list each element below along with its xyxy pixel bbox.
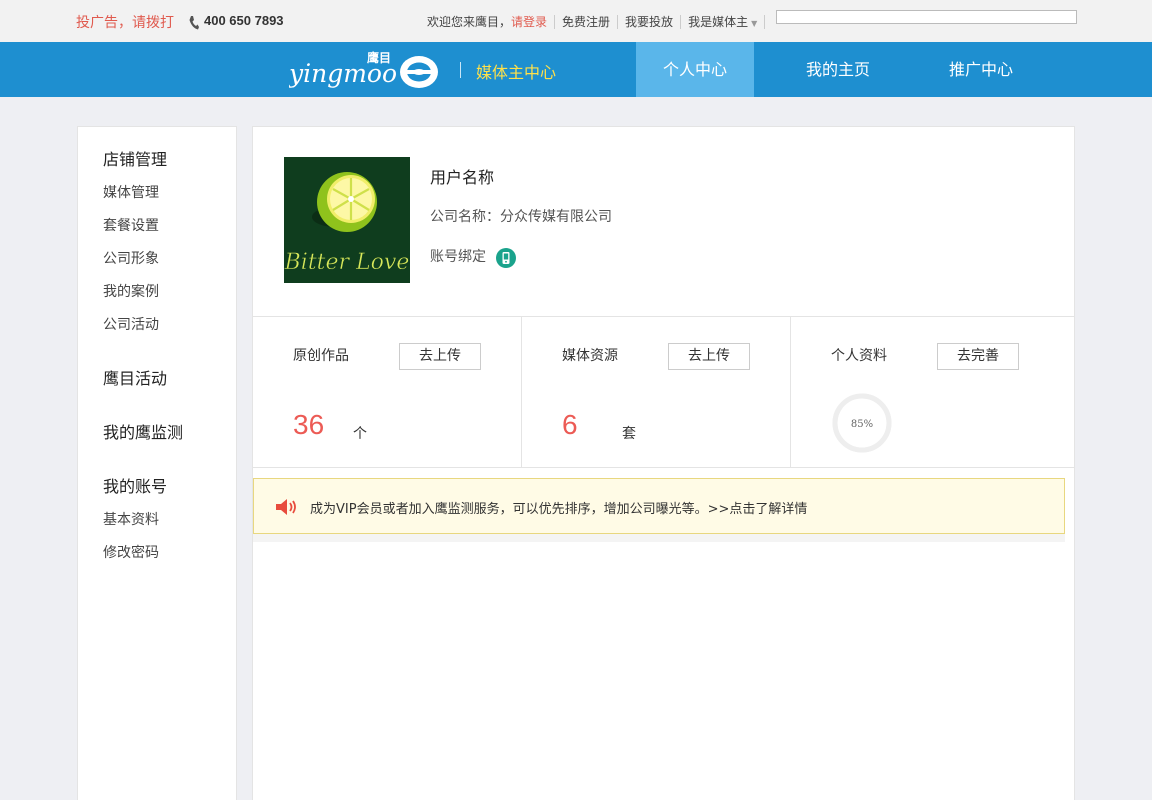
sidebar: 店铺管理 媒体管理 套餐设置 公司形象 我的案例 公司活动 鹰目活动 我的鹰监测… xyxy=(77,126,237,800)
profile-avatar[interactable]: Bitter Love xyxy=(284,157,410,283)
ad-hotline-label: 投广告，请拨打 xyxy=(76,15,174,31)
sidebar-section-store-management[interactable]: 店铺管理 xyxy=(103,146,167,170)
stat-value: 6 xyxy=(562,409,578,440)
caret-down-icon: ▼ xyxy=(751,19,758,28)
divider xyxy=(680,14,682,29)
vip-notice-link[interactable]: 成为VIP会员或者加入鹰监测服务，可以优先排序，增加公司曝光等。>>点击了解详情 xyxy=(310,498,807,517)
top-search-input[interactable] xyxy=(776,10,1077,24)
stat-media-resources: 媒体资源 去上传 6 套 xyxy=(522,317,791,468)
stat-unit: 套 xyxy=(622,426,636,442)
sidebar-item-package-settings[interactable]: 套餐设置 xyxy=(103,215,159,235)
sidebar-item-company-events[interactable]: 公司活动 xyxy=(103,314,159,334)
login-link[interactable]: 请登录 xyxy=(511,13,547,30)
nav-tab-personal-center[interactable]: 个人中心 xyxy=(636,42,754,97)
stat-personal-profile: 个人资料 去完善 85% xyxy=(791,317,1074,468)
speaker-icon xyxy=(276,499,296,515)
media-center-title: 媒体主中心 xyxy=(476,63,557,82)
sidebar-item-change-password[interactable]: 修改密码 xyxy=(103,542,159,562)
stat-original-works: 原创作品 去上传 36 个 xyxy=(253,317,522,468)
divider xyxy=(764,14,766,29)
complete-profile-button[interactable]: 去完善 xyxy=(937,343,1019,370)
sidebar-item-media-management[interactable]: 媒体管理 xyxy=(103,182,159,202)
profile-progress-text: 85% xyxy=(851,419,873,430)
divider xyxy=(460,62,461,78)
vip-notice-banner: 成为VIP会员或者加入鹰监测服务，可以优先排序，增加公司曝光等。>>点击了解详情 xyxy=(253,478,1065,534)
sidebar-section-yingmoo-events[interactable]: 鹰目活动 xyxy=(103,365,167,389)
yingmoo-logo[interactable]: yingmoo 鹰目 xyxy=(289,48,441,92)
stat-label: 媒体资源 xyxy=(562,348,618,364)
user-name: 用户名称 xyxy=(430,168,495,187)
register-link[interactable]: 免费注册 xyxy=(562,13,610,30)
logo-brand-text: Bitter Love xyxy=(284,250,409,275)
advertise-link[interactable]: 我要投放 xyxy=(625,13,673,30)
phone-icon xyxy=(189,16,199,30)
hotline-number: 400 650 7893 xyxy=(204,13,284,28)
welcome-text: 欢迎您来鹰目， xyxy=(427,15,512,29)
account-binding-label: 账号绑定 xyxy=(430,249,486,265)
sidebar-section-my-monitoring[interactable]: 我的鹰监测 xyxy=(103,419,183,443)
sidebar-item-my-cases[interactable]: 我的案例 xyxy=(103,281,159,301)
media-owner-label: 我是媒体主 xyxy=(688,15,749,29)
divider xyxy=(554,14,556,29)
upload-works-button[interactable]: 去上传 xyxy=(399,343,481,370)
top-bar: 投广告，请拨打 400 650 7893 欢迎您来鹰目， 请登录 免费注册 我要… xyxy=(0,0,1152,42)
divider xyxy=(253,534,1065,542)
mobile-phone-icon[interactable] xyxy=(496,248,516,268)
top-links: 欢迎您来鹰目， 请登录 免费注册 我要投放 我是媒体主 ▼ xyxy=(427,13,772,30)
media-owner-dropdown[interactable]: 我是媒体主 ▼ xyxy=(688,13,757,30)
nav-tab-promotion-center[interactable]: 推广中心 xyxy=(922,42,1040,97)
svg-text:鹰目: 鹰目 xyxy=(367,50,391,65)
nav-tab-my-homepage[interactable]: 我的主页 xyxy=(779,42,897,97)
stat-value: 36 xyxy=(293,409,325,440)
divider xyxy=(617,14,619,29)
sidebar-item-basic-info[interactable]: 基本资料 xyxy=(103,509,159,529)
stat-unit: 个 xyxy=(353,426,367,442)
main-panel: Bitter Love 用户名称 公司名称：分众传媒有限公司 账号绑定 原创作品… xyxy=(252,126,1075,800)
stat-label: 个人资料 xyxy=(831,348,887,364)
stats-row: 原创作品 去上传 36 个 媒体资源 去上传 6 套 个人资料 去完善 85% xyxy=(253,316,1074,468)
main-nav: yingmoo 鹰目 媒体主中心 个人中心 我的主页 推广中心 xyxy=(0,42,1152,97)
upload-media-button[interactable]: 去上传 xyxy=(668,343,750,370)
sidebar-section-my-account[interactable]: 我的账号 xyxy=(103,473,167,497)
sidebar-item-company-image[interactable]: 公司形象 xyxy=(103,248,159,268)
stat-label: 原创作品 xyxy=(293,348,349,364)
profile-progress-ring: 85% xyxy=(832,393,892,453)
company-name: 公司名称：分众传媒有限公司 xyxy=(430,209,612,225)
